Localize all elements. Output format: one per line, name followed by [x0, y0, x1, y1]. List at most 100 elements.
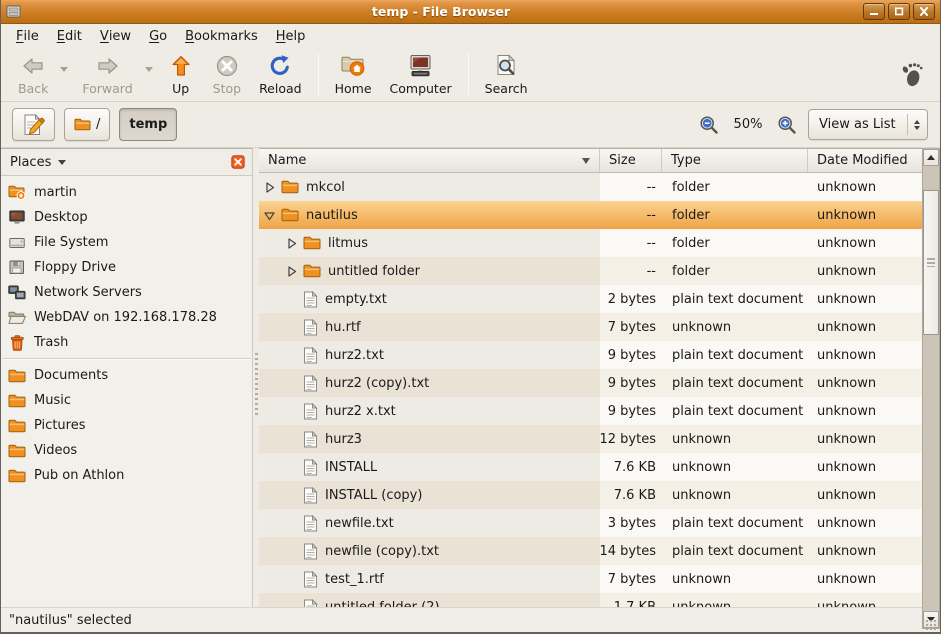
search-button[interactable]: Search: [476, 51, 537, 99]
sidebar-item-file-system[interactable]: File System: [1, 230, 252, 255]
name-cell: hurz3: [259, 425, 600, 453]
toggle-location-entry-button[interactable]: [12, 108, 55, 141]
file-name: newfile (copy).txt: [325, 544, 439, 559]
up-button[interactable]: Up: [158, 51, 204, 99]
sidebar-item-pub-on-athlon[interactable]: Pub on Athlon: [1, 463, 252, 488]
file-row-mkcol[interactable]: mkcol--folderunknown: [259, 173, 923, 201]
file-date-modified: unknown: [808, 201, 923, 229]
sidebar-item-desktop[interactable]: Desktop: [1, 205, 252, 230]
forward-button[interactable]: Forward: [73, 51, 141, 99]
file-row-untitled-folder-2[interactable]: untitled folder (2)1.7 KBunknownunknown: [259, 593, 923, 607]
file-row-hurz2-x-txt[interactable]: hurz2 x.txt9 bytesplain text documentunk…: [259, 397, 923, 425]
scroll-up-button[interactable]: [923, 149, 939, 166]
column-label: Type: [671, 153, 701, 168]
file-row-empty-txt[interactable]: empty.txt2 bytesplain text documentunkno…: [259, 285, 923, 313]
file-row-hurz2-copy-txt[interactable]: hurz2 (copy).txt9 bytesplain text docume…: [259, 369, 923, 397]
file-type: folder: [662, 173, 808, 201]
search-icon: [494, 54, 518, 78]
sidebar-item-label: Pub on Athlon: [34, 468, 124, 483]
sidebar-close-button[interactable]: [231, 155, 245, 169]
back-button[interactable]: Back: [9, 51, 57, 99]
file-date-modified: unknown: [808, 173, 923, 201]
file-row-untitled-folder[interactable]: untitled folder--folderunknown: [259, 257, 923, 285]
menu-item-go[interactable]: Go: [140, 24, 176, 48]
file-date-modified: unknown: [808, 453, 923, 481]
minimize-button[interactable]: [863, 3, 885, 20]
file-row-hurz2-txt[interactable]: hurz2.txt9 bytesplain text documentunkno…: [259, 341, 923, 369]
menu-item-help[interactable]: Help: [267, 24, 315, 48]
menu-item-bookmarks[interactable]: Bookmarks: [176, 24, 267, 48]
file-row-newfile-txt[interactable]: newfile.txt3 bytesplain text documentunk…: [259, 509, 923, 537]
file-row-newfile-copy-txt[interactable]: newfile (copy).txt14 bytesplain text doc…: [259, 537, 923, 565]
toolbar-group-back: Back: [9, 51, 73, 99]
window-menu-icon[interactable]: [6, 5, 22, 19]
stop-button[interactable]: Stop: [204, 51, 250, 99]
forward-history-dropdown[interactable]: [142, 55, 156, 89]
toolbar-group-forward: Forward: [73, 51, 157, 99]
file-type: plain text document: [662, 341, 808, 369]
column-header-type[interactable]: Type: [662, 149, 808, 173]
close-button[interactable]: [913, 3, 935, 20]
expander-expanded-icon[interactable]: [262, 209, 276, 222]
sidebar-item-floppy-drive[interactable]: Floppy Drive: [1, 255, 252, 280]
vertical-scrollbar[interactable]: [922, 148, 940, 629]
sidebar-item-documents[interactable]: Documents: [1, 363, 252, 388]
folder-icon: [8, 444, 26, 458]
reload-button[interactable]: Reload: [250, 51, 311, 99]
sidebar-item-videos[interactable]: Videos: [1, 438, 252, 463]
menu-item-view[interactable]: View: [91, 24, 140, 48]
back-history-dropdown[interactable]: [57, 55, 71, 89]
sidebar-item-label: Trash: [34, 335, 68, 350]
expander-collapsed-icon[interactable]: [284, 265, 298, 278]
file-row-install[interactable]: INSTALL7.6 KBunknownunknown: [259, 453, 923, 481]
home-button[interactable]: Home: [326, 51, 381, 99]
maximize-button[interactable]: [888, 3, 910, 20]
text-file-icon: [303, 347, 318, 364]
name-cell: hurz2 x.txt: [259, 397, 600, 425]
file-row-nautilus[interactable]: nautilus--folderunknown: [259, 201, 923, 229]
zoom-in-button[interactable]: [775, 113, 799, 137]
expander-collapsed-icon[interactable]: [284, 237, 298, 250]
sidebar-item-webdav-on-192-168-178-28[interactable]: WebDAV on 192.168.178.28: [1, 305, 252, 330]
zoom-out-button[interactable]: [697, 113, 721, 137]
toolbar-label: Up: [172, 81, 189, 96]
menu-item-file[interactable]: File: [7, 24, 48, 48]
column-label: Size: [609, 153, 636, 168]
edit-location-icon: [22, 113, 45, 137]
zoom-level[interactable]: 50%: [730, 117, 766, 132]
places-selector[interactable]: Places: [10, 155, 51, 170]
file-size: --: [600, 201, 662, 229]
file-row-hu-rtf[interactable]: hu.rtf7 bytesunknownunknown: [259, 313, 923, 341]
view-mode-combo[interactable]: View as List: [808, 109, 928, 140]
toolbar-separator: [468, 54, 469, 95]
file-type: folder: [662, 257, 808, 285]
file-type: plain text document: [662, 537, 808, 565]
sidebar-item-music[interactable]: Music: [1, 388, 252, 413]
file-row-litmus[interactable]: litmus--folderunknown: [259, 229, 923, 257]
computer-button[interactable]: Computer: [381, 51, 461, 99]
column-header-date-modified[interactable]: Date Modified: [808, 149, 923, 173]
file-size: 2 bytes: [600, 285, 662, 313]
path-button-root[interactable]: /: [64, 108, 110, 141]
titlebar[interactable]: temp - File Browser: [1, 0, 940, 24]
sidebar-item-pictures[interactable]: Pictures: [1, 413, 252, 438]
menu-item-edit[interactable]: Edit: [48, 24, 91, 48]
file-row-test-1-rtf[interactable]: test_1.rtf7 bytesunknownunknown: [259, 565, 923, 593]
scrollbar-thumb[interactable]: [923, 190, 939, 335]
file-type: plain text document: [662, 509, 808, 537]
file-date-modified: unknown: [808, 341, 923, 369]
resize-grip[interactable]: [925, 619, 938, 630]
sidebar-item-network-servers[interactable]: Network Servers: [1, 280, 252, 305]
column-header-size[interactable]: Size: [600, 149, 662, 173]
expander-collapsed-icon[interactable]: [262, 181, 276, 194]
file-row-install-copy[interactable]: INSTALL (copy)7.6 KBunknownunknown: [259, 481, 923, 509]
sidebar-item-trash[interactable]: Trash: [1, 330, 252, 355]
file-size: 12 bytes: [600, 425, 662, 453]
forward-icon: [95, 55, 121, 77]
file-row-hurz3[interactable]: hurz312 bytesunknownunknown: [259, 425, 923, 453]
column-label: Name: [268, 153, 306, 168]
file-name: hurz2 (copy).txt: [325, 376, 429, 391]
path-button-current[interactable]: temp: [119, 108, 177, 141]
column-header-name[interactable]: Name: [259, 149, 600, 173]
sidebar-item-martin[interactable]: martin: [1, 180, 252, 205]
